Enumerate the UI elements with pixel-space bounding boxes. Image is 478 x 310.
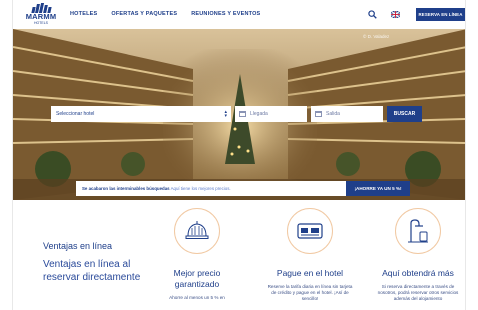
arrival-placeholder: Llegada	[250, 111, 268, 117]
bell-tray-icon	[174, 208, 220, 254]
nav-reuniones[interactable]: REUNIONES Y EVENTOS	[191, 11, 260, 17]
nav-hoteles[interactable]: HOTELES	[70, 11, 97, 17]
promo-text: Se acabaron las interminables búsquedas …	[76, 186, 346, 191]
site-header: MARMM HOTELS HOTELES OFERTAS Y PAQUETES …	[13, 0, 465, 29]
credit-card-icon	[287, 208, 333, 254]
benefit-title: Mejor precio garantizado	[173, 268, 221, 289]
benefits-subtitle: Ventajas en línea al reservar directamen…	[43, 259, 141, 283]
reserve-online-button[interactable]: RESERVA EN LÍNEA	[416, 8, 465, 21]
page: MARMM HOTELS HOTELES OFERTAS Y PAQUETES …	[12, 0, 466, 310]
departure-date-field[interactable]: Salida	[311, 106, 383, 122]
nav-ofertas[interactable]: OFERTAS Y PAQUETES	[111, 11, 177, 17]
logo[interactable]: MARMM HOTELS	[21, 3, 61, 27]
language-flag-icon[interactable]	[391, 11, 400, 18]
benefit-text: Ahorre al menos un 5 % en	[169, 295, 225, 300]
departure-placeholder: Salida	[326, 111, 340, 117]
benefit-text: Reserve la tarifa diaria en línea sin ta…	[267, 284, 353, 301]
promo-text-bold: Se acabaron las interminables búsquedas	[82, 186, 170, 191]
arrival-date-field[interactable]: Llegada	[235, 106, 307, 122]
search-button[interactable]: BUSCAR	[387, 106, 422, 122]
hotel-select[interactable]: Seleccionar hotel ▴ ▾	[51, 106, 231, 122]
benefit-title: Aquí obtendrá más	[382, 268, 454, 278]
benefit-text: Si reserva directamente a través de noso…	[377, 284, 459, 301]
calendar-icon	[315, 111, 322, 117]
logo-word: MARMM	[25, 12, 57, 21]
hotel-select-placeholder: Seleccionar hotel	[56, 111, 95, 117]
benefits-section: Ventajas en línea Ventajas en línea al r…	[13, 200, 465, 310]
save-now-button[interactable]: ¡AHORRE YA UN 5 %!	[346, 181, 410, 196]
benefit-get-more: Aquí obtendrá más Si reserva directament…	[373, 208, 463, 302]
promo-text-light: Aquí tiene los mejores precios.	[170, 186, 231, 191]
benefits-title: Ventajas en línea	[43, 241, 113, 251]
booking-bar: Seleccionar hotel ▴ ▾ Llegada Salida BUSC…	[51, 106, 434, 122]
select-arrows-icon: ▴ ▾	[224, 109, 227, 119]
benefit-pay-at-hotel: Pague en el hotel Reserve la tarifa diar…	[265, 208, 355, 302]
calendar-icon	[239, 111, 246, 117]
hero-banner: © D. Valadez Seleccionar hotel ▴ ▾ Llegad…	[13, 29, 465, 200]
shower-icon	[395, 208, 441, 254]
promo-banner: Se acabaron las interminables búsquedas …	[76, 181, 410, 196]
photo-credit: © D. Valadez	[363, 34, 390, 39]
search-icon[interactable]	[368, 10, 377, 19]
logo-sub: HOTELS	[33, 21, 48, 25]
main-nav: HOTELES OFERTAS Y PAQUETES REUNIONES Y E…	[70, 11, 260, 17]
benefit-best-price: Mejor precio garantizado Ahorre al menos…	[152, 208, 242, 301]
benefit-title: Pague en el hotel	[276, 268, 344, 278]
